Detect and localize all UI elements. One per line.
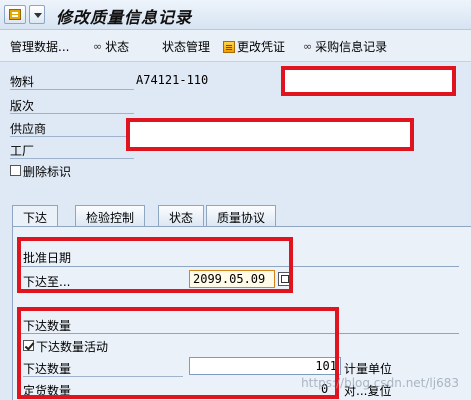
plant-label: 工厂 <box>10 144 35 158</box>
label-underline <box>10 158 134 159</box>
change-document-button[interactable]: 更改凭证 <box>223 38 285 55</box>
vendor-label: 供应商 <box>10 122 47 136</box>
title-bar: 修改质量信息记录 <box>0 0 471 30</box>
tab-release[interactable]: 下达 <box>12 205 59 228</box>
vendor-redacted <box>126 118 414 151</box>
release-quantity-highlight <box>17 307 339 399</box>
window-title: 修改质量信息记录 <box>56 8 193 27</box>
watermark-text: https://blog.csdn.net/lj683 <box>301 376 459 390</box>
material-value: A74121-110 <box>136 73 209 87</box>
status-button[interactable]: ∞ 状态 <box>93 38 129 55</box>
document-icon <box>223 40 235 53</box>
label-underline <box>10 136 134 137</box>
tab-status[interactable]: 状态 <box>158 205 205 227</box>
label-underline <box>10 113 134 114</box>
label-underline <box>10 89 134 90</box>
deletion-flag-label: 删除标识 <box>23 165 72 179</box>
material-label: 物料 <box>10 75 35 89</box>
toolbar-label: 管理数据... <box>10 40 70 54</box>
toolbar-label: 采购信息记录 <box>315 40 388 54</box>
purchasing-info-record-button[interactable]: ∞ 采购信息记录 <box>303 38 387 55</box>
chevron-down-icon[interactable] <box>29 5 45 24</box>
manage-data-button[interactable]: 管理数据... <box>10 38 69 55</box>
glasses-icon: ∞ <box>93 40 103 53</box>
menu-icon <box>9 9 21 20</box>
version-label: 版次 <box>10 99 35 113</box>
toolbar-label: 更改凭证 <box>237 40 286 54</box>
unit-of-measure-label: 计量单位 <box>344 362 393 376</box>
status-management-button[interactable]: 状态管理 <box>162 38 210 55</box>
release-tab-panel: 批准日期 下达至... 2099.05.09 下达数量 下达数量活动 下达数量 … <box>12 226 471 400</box>
material-description-redacted <box>281 66 456 96</box>
tab-inspection-control[interactable]: 检验控制 <box>75 205 146 227</box>
application-toolbar: 管理数据... ∞ 状态 状态管理 更改凭证 ∞ 采购信息记录 <box>0 30 471 62</box>
approval-date-highlight <box>17 237 293 293</box>
glasses-icon: ∞ <box>303 40 313 53</box>
toolbar-label: 状态管理 <box>162 40 211 54</box>
tab-quality-agreement[interactable]: 质量协议 <box>206 205 277 227</box>
system-menu-button[interactable] <box>4 5 26 24</box>
toolbar-label: 状态 <box>105 40 130 54</box>
deletion-flag-checkbox[interactable] <box>10 165 21 176</box>
form-area: 物料 A74121-110 版次 供应商 工厂 删除标识 下达 检验控制 状态 … <box>0 63 471 400</box>
